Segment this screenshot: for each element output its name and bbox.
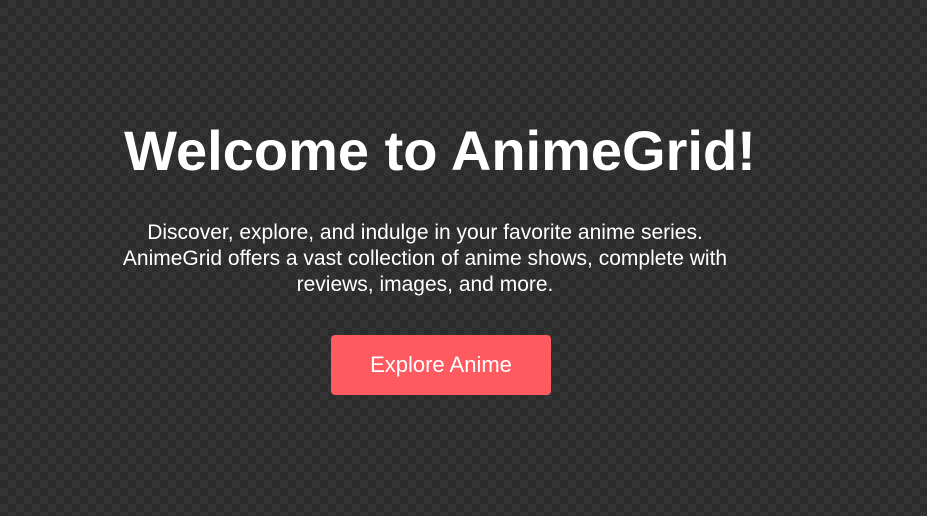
hero-description: Discover, explore, and indulge in your f… [122,221,728,296]
explore-anime-button[interactable]: Explore Anime [331,335,551,395]
page-title: Welcome to AnimeGrid! [124,119,756,182]
hero-section: Welcome to AnimeGrid! Discover, explore,… [0,0,927,516]
